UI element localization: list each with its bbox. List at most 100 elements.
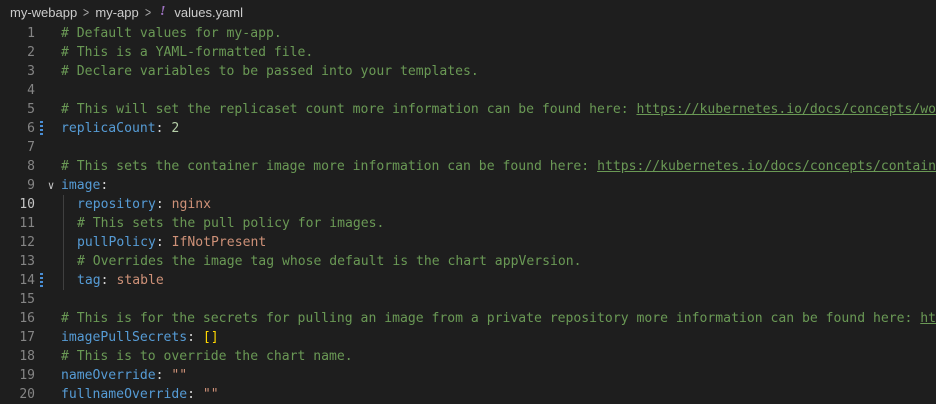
breadcrumb-item-my-webapp[interactable]: my-webapp: [10, 5, 77, 20]
comment-link[interactable]: https://kubernetes.io/docs/concepts/cont…: [597, 159, 936, 174]
line-number: 4: [27, 83, 35, 98]
code-text: nameOverride: "": [61, 366, 187, 385]
breadcrumb-item-my-app[interactable]: my-app: [95, 5, 138, 20]
code-text: # Declare variables to be passed into yo…: [61, 62, 479, 81]
comment-text: # This sets the container image more inf…: [61, 159, 598, 174]
breadcrumb-file-name[interactable]: values.yaml: [174, 5, 243, 20]
chevron-right-icon: >: [144, 4, 151, 20]
code-text: pullPolicy: IfNotPresent: [77, 233, 266, 252]
line-number: 10: [19, 197, 35, 212]
colon-separator: :: [155, 235, 172, 250]
yaml-key: replicaCount: [61, 121, 156, 136]
code-line[interactable]: 3 # Declare variables to be passed into y…: [0, 62, 936, 81]
breadcrumb: my-webapp > my-app > ! values.yaml: [0, 0, 936, 24]
yaml-value: "": [171, 368, 188, 383]
line-number: 5: [27, 102, 35, 117]
line-number: 13: [19, 254, 35, 269]
line-number: 1: [27, 26, 35, 41]
code-line[interactable]: 12 pullPolicy: IfNotPresent: [0, 233, 936, 252]
code-text: # This sets the pull policy for images.: [77, 214, 384, 233]
yaml-value: "": [202, 387, 219, 402]
code-line[interactable]: 18 # This is to override the chart name.: [0, 347, 936, 366]
code-text: image:: [61, 176, 108, 195]
line-number: 17: [19, 330, 35, 345]
code-line[interactable]: 4: [0, 81, 936, 100]
yaml-value: stable: [116, 273, 164, 288]
yaml-value: 2: [171, 121, 180, 136]
line-number: 18: [19, 349, 35, 364]
chevron-right-icon: >: [83, 4, 90, 20]
colon-separator: :: [155, 368, 172, 383]
colon-separator: :: [187, 387, 203, 402]
code-text: tag: stable: [77, 271, 164, 290]
code-line[interactable]: 5 # This will set the replicaset count mo…: [0, 100, 936, 119]
yaml-key: nameOverride: [61, 368, 156, 383]
comment-text: # This is a YAML-formatted file.: [61, 45, 314, 60]
code-text: imagePullSecrets: []: [61, 328, 219, 347]
yaml-key: repository: [77, 197, 156, 212]
code-text: repository: nginx: [77, 195, 211, 214]
code-line[interactable]: 19 nameOverride: "": [0, 366, 936, 385]
comment-text: # This sets the pull policy for images.: [77, 216, 385, 231]
yaml-key: imagePullSecrets: [61, 330, 188, 345]
code-text: replicaCount: 2: [61, 119, 179, 138]
comment-link[interactable]: https: [920, 311, 936, 326]
code-line[interactable]: 14 tag: stable: [0, 271, 936, 290]
indent-guide: [63, 214, 64, 233]
yaml-file-icon: !: [159, 4, 166, 19]
code-text: # This is to override the chart name.: [61, 347, 353, 366]
comment-text: # This is to override the chart name.: [61, 349, 353, 364]
line-number: 9: [27, 178, 35, 193]
code-line[interactable]: 1 # Default values for my-app.: [0, 24, 936, 43]
line-number: 11: [19, 216, 35, 231]
code-line[interactable]: 6 replicaCount: 2: [0, 119, 936, 138]
code-line[interactable]: 20 fullnameOverride: "": [0, 385, 936, 404]
comment-text: # Declare variables to be passed into yo…: [61, 64, 479, 79]
modified-line-indicator[interactable]: [40, 273, 43, 288]
comment-text: # This will set the replicaset count mor…: [61, 102, 637, 117]
comment-text: # Default values for my-app.: [61, 26, 282, 41]
code-line[interactable]: 15: [0, 290, 936, 309]
line-number: 19: [19, 368, 35, 383]
colon-separator: :: [155, 121, 172, 136]
line-number: 3: [27, 64, 35, 79]
colon-separator: :: [155, 197, 172, 212]
code-text: # This will set the replicaset count mor…: [61, 100, 936, 119]
code-line[interactable]: 17 imagePullSecrets: []: [0, 328, 936, 347]
code-line[interactable]: 9 ∨ image:: [0, 176, 936, 195]
code-line[interactable]: 10 repository: nginx: [0, 195, 936, 214]
yaml-key: fullnameOverride: [61, 387, 188, 402]
comment-link[interactable]: https://kubernetes.io/docs/concepts/work…: [636, 102, 936, 117]
code-line[interactable]: 8 # This sets the container image more in…: [0, 157, 936, 176]
code-text: # This is a YAML-formatted file.: [61, 43, 313, 62]
fold-chevron-down-icon[interactable]: ∨: [44, 176, 58, 195]
yaml-value: nginx: [171, 197, 212, 212]
code-text: # Overrides the image tag whose default …: [77, 252, 582, 271]
code-line[interactable]: 16 # This is for the secrets for pulling …: [0, 309, 936, 328]
indent-guide: [63, 252, 64, 271]
code-text: # This sets the container image more inf…: [61, 157, 936, 176]
yaml-key: image: [61, 178, 101, 193]
code-line[interactable]: 11 # This sets the pull policy for images…: [0, 214, 936, 233]
code-editor[interactable]: 1 # Default values for my-app. 2 # This is …: [0, 24, 936, 404]
colon-separator: :: [187, 330, 203, 345]
line-number: 7: [27, 140, 35, 155]
line-number: 20: [19, 387, 35, 402]
line-number: 16: [19, 311, 35, 326]
indent-guide: [63, 233, 64, 252]
line-number: 6: [27, 121, 35, 136]
colon-separator: :: [100, 178, 109, 193]
code-text: # Default values for my-app.: [61, 24, 282, 43]
line-number: 12: [19, 235, 35, 250]
line-number: 2: [27, 45, 35, 60]
line-number: 14: [19, 273, 35, 288]
comment-text: # This is for the secrets for pulling an…: [61, 311, 921, 326]
modified-line-indicator[interactable]: [40, 121, 43, 136]
code-line[interactable]: 2 # This is a YAML-formatted file.: [0, 43, 936, 62]
code-text: fullnameOverride: "": [61, 385, 219, 404]
indent-guide: [63, 195, 64, 214]
code-line[interactable]: 7: [0, 138, 936, 157]
code-line[interactable]: 13 # Overrides the image tag whose defaul…: [0, 252, 936, 271]
yaml-value: IfNotPresent: [171, 235, 267, 250]
code-text: # This is for the secrets for pulling an…: [61, 309, 936, 328]
